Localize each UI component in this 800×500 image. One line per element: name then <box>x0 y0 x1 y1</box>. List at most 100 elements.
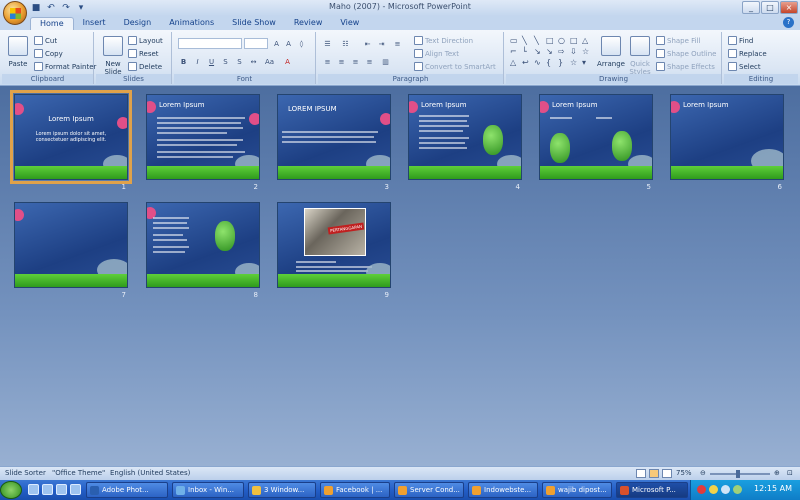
tab-design[interactable]: Design <box>115 17 161 30</box>
slide-thumbnail-8[interactable] <box>146 202 260 288</box>
select-button[interactable]: Select <box>728 62 761 71</box>
change-case-icon[interactable]: Aa <box>264 56 275 67</box>
tab-insert[interactable]: Insert <box>74 17 115 30</box>
char-spacing-icon[interactable]: ↔ <box>248 56 259 67</box>
curve-shape-icon[interactable]: △ <box>510 58 522 69</box>
numbering-icon[interactable]: ☷ <box>340 38 351 49</box>
minimize-button[interactable]: _ <box>742 1 760 14</box>
font-size-combobox[interactable] <box>244 38 268 49</box>
zoom-slider[interactable] <box>710 473 770 475</box>
zoom-level[interactable]: 75% <box>676 469 692 477</box>
shapes-gallery[interactable]: ▭ ╲ ╲ □ ○ □ △ ⌐ └ ↘ ↘ ⇨ ⇩ ☆ △ ↩ ∿{} ☆ ▾ <box>510 36 594 70</box>
normal-view-icon[interactable] <box>636 469 646 478</box>
slide-thumbnail-5[interactable]: Lorem Ipsum <box>539 94 653 180</box>
slide-thumbnail-6[interactable]: Lorem Ipsum <box>670 94 784 180</box>
maximize-button[interactable]: □ <box>761 1 779 14</box>
delete-button[interactable]: Delete <box>128 62 162 71</box>
network-icon[interactable] <box>709 485 718 494</box>
line-spacing-icon[interactable]: ≡ <box>392 38 403 49</box>
close-button[interactable]: × <box>780 1 798 14</box>
slide-thumbnail-3[interactable]: LOREM IPSUM <box>277 94 391 180</box>
slide-thumbnail-4[interactable]: Lorem Ipsum <box>408 94 522 180</box>
shadow-icon[interactable]: S <box>234 56 245 67</box>
align-left-icon[interactable]: ≡ <box>322 56 333 67</box>
curve-shape-icon[interactable]: ∿ <box>534 58 546 69</box>
font-color-icon[interactable]: A <box>282 56 293 67</box>
shrink-font-icon[interactable]: A <box>283 38 294 49</box>
paste-button[interactable]: Paste <box>6 36 30 68</box>
oval-shape-icon[interactable]: ○ <box>558 36 570 47</box>
antivirus-icon[interactable] <box>697 485 706 494</box>
text-direction-button[interactable]: Text Direction <box>414 36 473 45</box>
taskbar-item[interactable]: Microsoft P... <box>616 482 688 498</box>
taskbar-item[interactable]: wajib dipost... <box>542 482 612 498</box>
align-center-icon[interactable]: ≡ <box>336 56 347 67</box>
tab-animations[interactable]: Animations <box>160 17 223 30</box>
smartart-button[interactable]: Convert to SmartArt <box>414 62 496 71</box>
taskbar-item[interactable]: Server Cond... <box>394 482 464 498</box>
layout-button[interactable]: Layout <box>128 36 163 45</box>
bold-icon[interactable]: B <box>178 56 189 67</box>
shape-outline-button[interactable]: Shape Outline <box>656 49 716 58</box>
zoom-slider-handle[interactable] <box>736 470 740 478</box>
taskbar-item[interactable]: 3 Window... <box>248 482 316 498</box>
zoom-in-icon[interactable]: ⊕ <box>774 469 780 477</box>
taskbar-item[interactable]: Adobe Phot... <box>86 482 168 498</box>
language-status[interactable]: English (United States) <box>110 469 190 477</box>
replace-button[interactable]: Replace <box>728 49 767 58</box>
more-shapes-icon[interactable]: ▾ <box>582 58 594 69</box>
rectangle-shape-icon[interactable]: □ <box>570 36 582 47</box>
grow-font-icon[interactable]: A <box>271 38 282 49</box>
help-icon[interactable]: ? <box>783 17 794 28</box>
slide-sorter-view-icon[interactable] <box>649 469 659 478</box>
tab-review[interactable]: Review <box>285 17 332 30</box>
brace-shape-icon[interactable]: } <box>558 58 570 69</box>
clear-formatting-icon[interactable]: ◊ <box>296 38 307 49</box>
tab-slide-show[interactable]: Slide Show <box>223 17 285 30</box>
media-icon[interactable] <box>70 484 81 495</box>
explorer-icon[interactable] <box>42 484 53 495</box>
theme-status[interactable]: "Office Theme" <box>52 469 105 477</box>
shape-effects-button[interactable]: Shape Effects <box>656 62 715 71</box>
new-slide-button[interactable]: New Slide <box>100 36 126 76</box>
taskbar-item[interactable]: Inbox - Win... <box>172 482 244 498</box>
justify-icon[interactable]: ≡ <box>364 56 375 67</box>
arrow-shape-icon[interactable]: ⇩ <box>570 47 582 58</box>
tab-home[interactable]: Home <box>30 17 74 30</box>
volume-icon[interactable] <box>721 485 730 494</box>
find-button[interactable]: Find <box>728 36 753 45</box>
triangle-shape-icon[interactable]: △ <box>582 36 594 47</box>
align-right-icon[interactable]: ≡ <box>350 56 361 67</box>
decrease-indent-icon[interactable]: ⇤ <box>362 38 373 49</box>
copy-button[interactable]: Copy <box>34 49 63 58</box>
format-painter-button[interactable]: Format Painter <box>34 62 96 71</box>
star-shape-icon[interactable]: ☆ <box>582 47 594 58</box>
line-shape-icon[interactable]: ╲ <box>522 36 534 47</box>
slide-thumbnail-9[interactable]: PERTANGGAPAN <box>277 202 391 288</box>
quick-styles-button[interactable]: Quick Styles <box>626 36 654 76</box>
reset-button[interactable]: Reset <box>128 49 159 58</box>
rectangle-shape-icon[interactable]: □ <box>546 36 558 47</box>
taskbar-item[interactable]: Indowebste... <box>468 482 538 498</box>
arrow-shape-icon[interactable]: ↘ <box>534 47 546 58</box>
arrow-shape-icon[interactable]: └ <box>522 47 534 58</box>
browser-icon[interactable] <box>56 484 67 495</box>
taskbar-item[interactable]: Facebook | ... <box>320 482 390 498</box>
bullets-icon[interactable]: ☰ <box>322 38 333 49</box>
shape-fill-button[interactable]: Shape Fill <box>656 36 701 45</box>
star-shape-icon[interactable]: ☆ <box>570 58 582 69</box>
tab-view[interactable]: View <box>331 17 368 30</box>
increase-indent-icon[interactable]: ⇥ <box>376 38 387 49</box>
office-button[interactable] <box>3 1 27 25</box>
arrow-shape-icon[interactable]: ↘ <box>546 47 558 58</box>
arrow-shape-icon[interactable]: ⇨ <box>558 47 570 58</box>
align-text-button[interactable]: Align Text <box>414 49 459 58</box>
zoom-out-icon[interactable]: ⊖ <box>700 469 706 477</box>
cut-button[interactable]: Cut <box>34 36 57 45</box>
line-shape-icon[interactable]: ╲ <box>534 36 546 47</box>
arrow-shape-icon[interactable]: ⌐ <box>510 47 522 58</box>
show-desktop-icon[interactable] <box>28 484 39 495</box>
slide-thumbnail-2[interactable]: Lorem Ipsum <box>146 94 260 180</box>
messenger-icon[interactable] <box>733 485 742 494</box>
fit-window-icon[interactable]: ⊡ <box>787 469 793 477</box>
